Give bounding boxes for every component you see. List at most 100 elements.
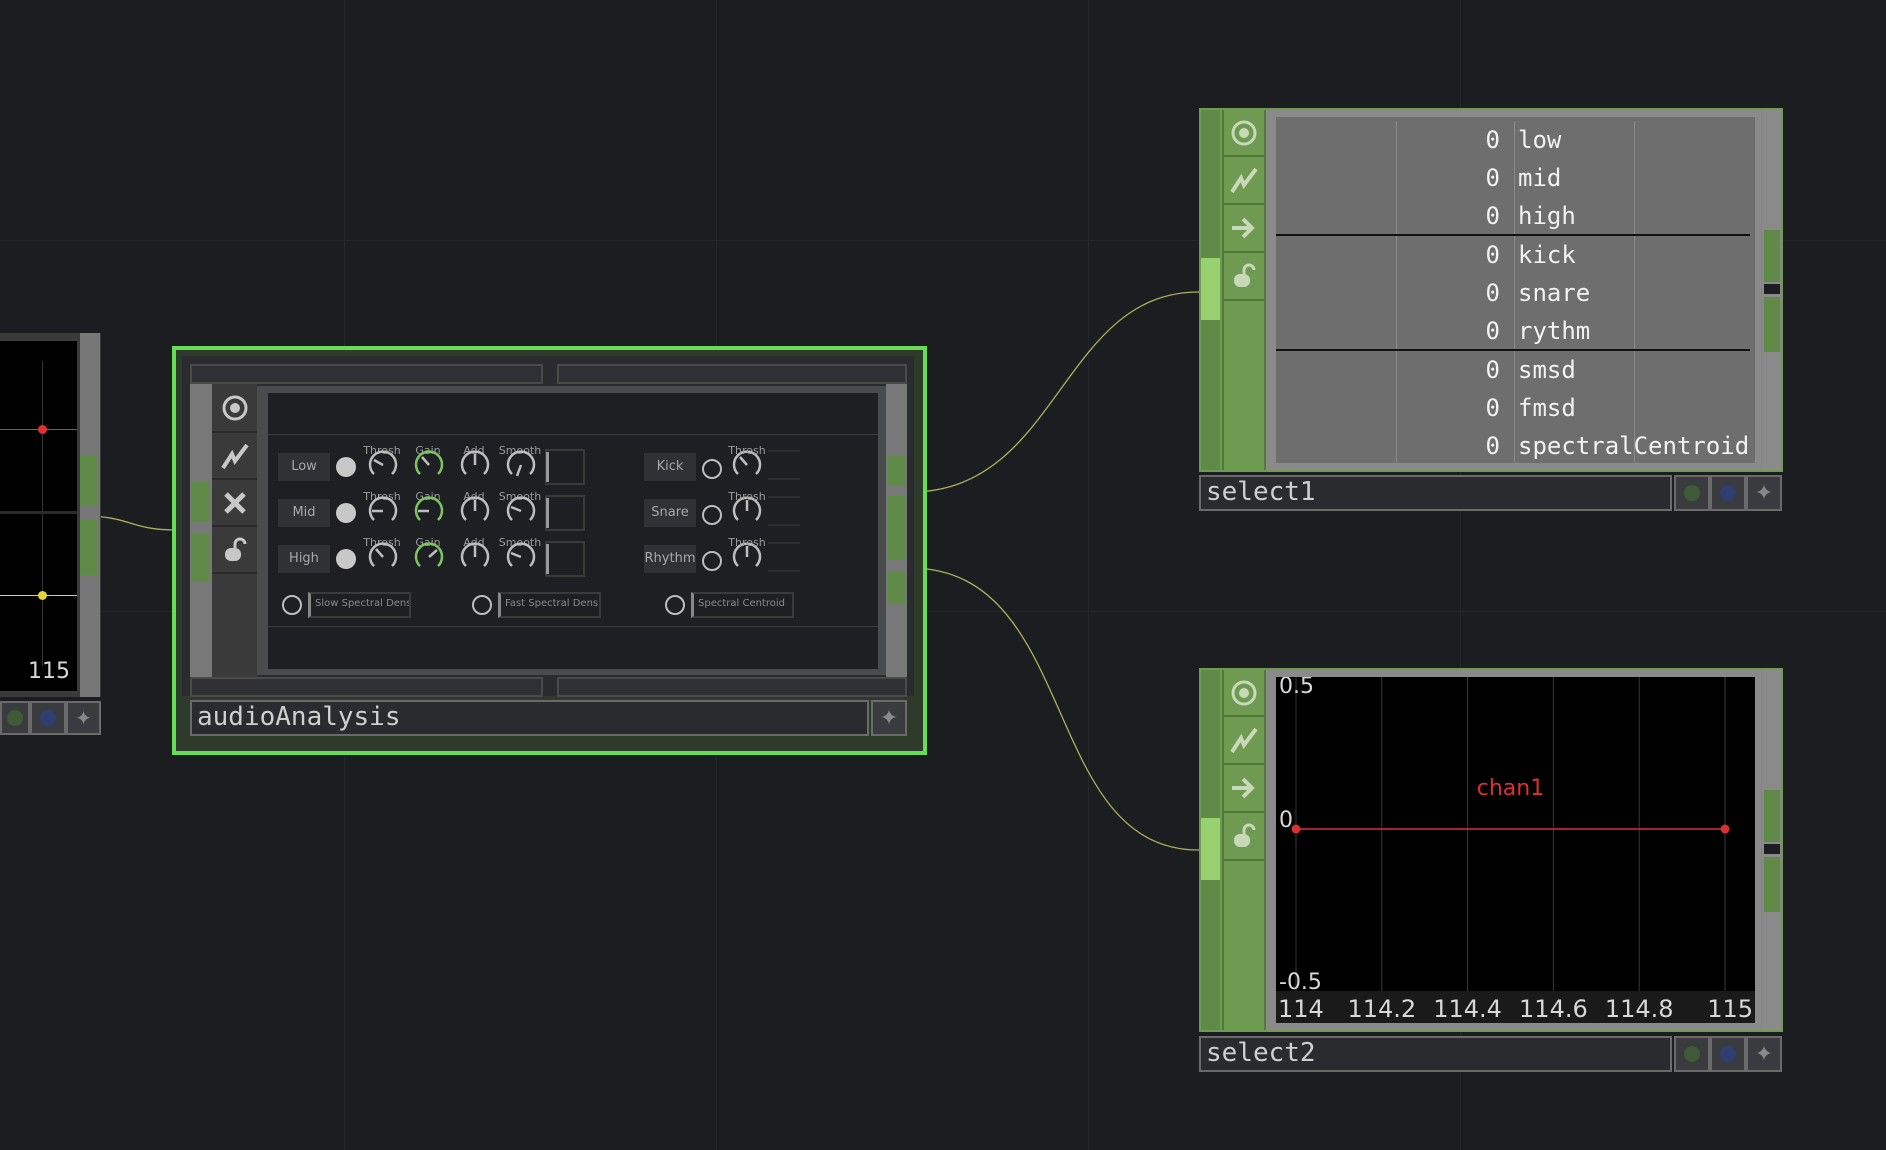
kick-button[interactable]: Kick xyxy=(644,453,696,481)
input-connector[interactable] xyxy=(1201,258,1220,320)
graph-button[interactable] xyxy=(212,433,257,480)
display-flag-button[interactable] xyxy=(1710,1036,1746,1072)
bottom-tab[interactable] xyxy=(557,677,907,697)
fast-spectral-density-indicator xyxy=(472,595,492,615)
bottom-tab[interactable] xyxy=(190,677,543,697)
display-flag-button[interactable] xyxy=(30,701,66,735)
display-dot-icon xyxy=(1720,1046,1736,1062)
table-row: 0 high xyxy=(1276,198,1755,236)
bypass-flag-button[interactable] xyxy=(1674,475,1710,511)
cook-button[interactable] xyxy=(1224,765,1264,813)
rhythm-button[interactable]: Rhythm xyxy=(644,545,696,573)
pin-button[interactable]: ✦ xyxy=(66,701,101,735)
graph-icon xyxy=(1230,727,1258,754)
add-knob[interactable] xyxy=(460,496,490,521)
thresh-knob[interactable] xyxy=(368,450,398,475)
smooth-knob[interactable] xyxy=(506,542,536,567)
table-row: 0 kick xyxy=(1276,237,1755,275)
input-connector[interactable] xyxy=(192,482,210,522)
top-tab[interactable] xyxy=(190,364,543,384)
display-flag-button[interactable] xyxy=(1710,475,1746,511)
channel-name: low xyxy=(1518,126,1562,154)
plot-background xyxy=(1276,677,1755,1023)
graph-icon xyxy=(220,443,249,469)
pin-icon: ✦ xyxy=(75,706,92,730)
display-dot-icon xyxy=(40,710,56,726)
table-row: 0 low xyxy=(1276,122,1755,160)
output-strip[interactable] xyxy=(80,333,100,697)
level-meter xyxy=(545,541,585,577)
pin-button[interactable]: ✦ xyxy=(1746,1036,1782,1072)
pin-button[interactable]: ✦ xyxy=(1746,475,1782,511)
output-connector[interactable] xyxy=(1764,790,1780,842)
table-row: 0 fmsd xyxy=(1276,390,1755,428)
output-gap xyxy=(1764,844,1780,854)
bypass-flag-button[interactable] xyxy=(0,701,30,735)
gain-knob[interactable] xyxy=(414,542,444,567)
series-label: chan1 xyxy=(1477,776,1544,801)
input-strip[interactable] xyxy=(190,384,212,677)
gain-knob[interactable] xyxy=(414,450,444,475)
output-connector[interactable] xyxy=(1764,297,1780,352)
input-connector[interactable] xyxy=(1201,818,1220,880)
graph-button[interactable] xyxy=(1224,157,1264,205)
snare-button[interactable]: Snare xyxy=(644,499,696,527)
lock-button[interactable] xyxy=(1224,253,1264,301)
slow-spectral-density-slider[interactable]: Slow Spectral Density xyxy=(308,592,411,618)
thresh-knob[interactable] xyxy=(368,496,398,521)
smooth-knob[interactable] xyxy=(506,496,536,521)
viewer-toggle-button[interactable] xyxy=(212,384,257,433)
rhythm-indicator xyxy=(702,551,722,571)
output-gap xyxy=(1764,284,1780,294)
viewer-toggle-button[interactable] xyxy=(1224,110,1264,157)
bypass-flag-button[interactable] xyxy=(1674,1036,1710,1072)
lock-button[interactable] xyxy=(1224,813,1264,861)
add-knob[interactable] xyxy=(460,450,490,475)
output-connector[interactable] xyxy=(1764,230,1780,282)
input-connector[interactable] xyxy=(192,533,210,581)
data-point xyxy=(1720,824,1730,834)
output-connector[interactable] xyxy=(888,496,906,560)
output-connector[interactable] xyxy=(888,572,906,604)
output-connector[interactable] xyxy=(80,520,98,575)
control-panel: Low Mid High Thresh Gain Add Smooth Thre… xyxy=(268,393,878,669)
channel-value: 0 xyxy=(1485,126,1500,154)
divider xyxy=(0,511,77,514)
lock-icon xyxy=(224,537,246,561)
viewer-toggle-button[interactable] xyxy=(1224,670,1264,717)
node-name-field[interactable]: select1 xyxy=(1199,475,1672,511)
channel-value: 0 xyxy=(1485,356,1500,384)
node-name-field[interactable]: select2 xyxy=(1199,1036,1672,1072)
thresh-knob[interactable] xyxy=(368,542,398,567)
smooth-knob[interactable] xyxy=(506,450,536,477)
display-dot-icon xyxy=(1720,485,1736,501)
snare-indicator xyxy=(702,505,722,525)
top-tab[interactable] xyxy=(557,364,907,384)
fast-spectral-density-slider[interactable]: Fast Spectral Density xyxy=(498,592,601,618)
output-connector[interactable] xyxy=(80,455,98,505)
spectral-centroid-slider[interactable]: Spectral Centroid xyxy=(691,592,794,618)
output-connector[interactable] xyxy=(1764,857,1780,912)
knob-label: Thresh xyxy=(728,490,766,503)
graph-icon xyxy=(1230,167,1258,194)
gain-knob[interactable] xyxy=(414,496,444,521)
table-row: 0 rythm xyxy=(1276,313,1755,351)
node-name-field[interactable]: audioAnalysis xyxy=(190,700,869,736)
channel-graph: 114 114.2 114.4 114.6 114.8 115 0.5 0 -0.5 chan1 xyxy=(1276,677,1755,1023)
viewer-icon xyxy=(1231,680,1257,705)
x-tick-label: 114 xyxy=(1278,995,1324,1023)
x-tick-label: 114.6 xyxy=(1519,995,1588,1023)
close-button[interactable] xyxy=(212,480,257,527)
lock-button[interactable] xyxy=(212,527,257,574)
output-connector[interactable] xyxy=(888,456,906,486)
knob-label: Thresh xyxy=(728,444,766,457)
table-row: 0 smsd xyxy=(1276,352,1755,390)
channel-value: 0 xyxy=(1485,432,1500,460)
add-knob[interactable] xyxy=(460,542,490,567)
cook-button[interactable] xyxy=(1224,205,1264,253)
channel-name: snare xyxy=(1518,279,1591,307)
arrow-right-icon xyxy=(1232,777,1255,799)
graph-button[interactable] xyxy=(1224,717,1264,765)
side-icon-column xyxy=(1222,110,1266,470)
pin-button[interactable]: ✦ xyxy=(871,700,907,736)
